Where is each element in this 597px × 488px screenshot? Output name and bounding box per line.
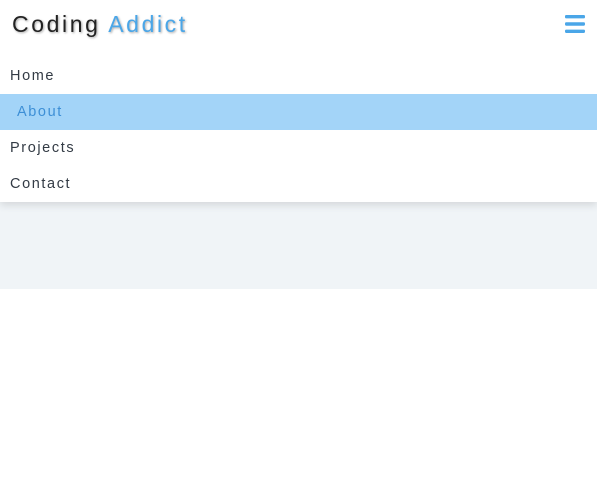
nav-toggle-button[interactable] [563,12,587,36]
nav-links: Home About Projects Contact [0,58,597,202]
logo-text-accent: Addict [108,11,188,37]
nav-header: Coding Addict [0,0,597,48]
hamburger-menu-icon [565,15,585,33]
navbar: Coding Addict Home About Projects Contac… [0,0,597,202]
logo[interactable]: Coding Addict [12,10,188,38]
nav-link-about[interactable]: About [0,94,597,130]
nav-link-contact[interactable]: Contact [0,166,597,202]
page: Coding Addict Home About Projects Contac… [0,0,597,488]
logo-text-primary: Coding [12,11,101,37]
nav-link-projects[interactable]: Projects [0,130,597,166]
nav-link-home[interactable]: Home [0,58,597,94]
hero-band [0,202,597,289]
